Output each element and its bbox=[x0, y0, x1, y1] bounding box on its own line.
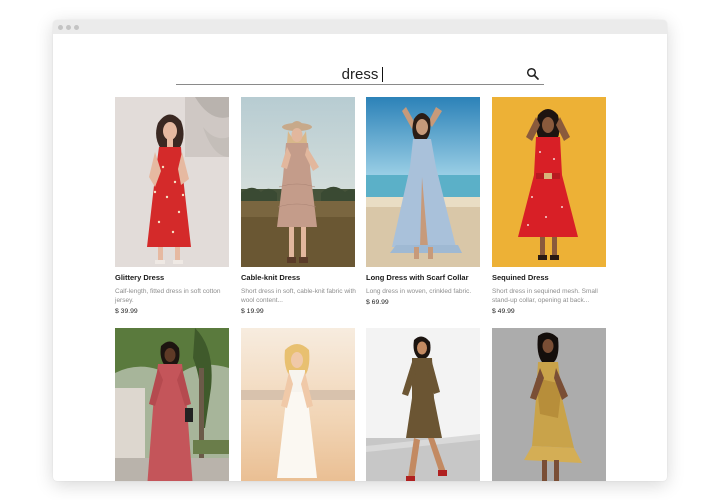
window-titlebar bbox=[53, 20, 667, 34]
product-description: Short dress in soft, cable-knit fabric w… bbox=[241, 288, 356, 304]
window-control-dot[interactable] bbox=[58, 24, 63, 30]
product-price: $ 49.99 bbox=[492, 308, 515, 315]
product-image[interactable] bbox=[492, 328, 606, 481]
search-input[interactable] bbox=[176, 64, 544, 84]
search-icon[interactable] bbox=[526, 67, 540, 81]
browser-window: Glittery Dress Calf-length, fitted dress… bbox=[53, 20, 667, 481]
product-image[interactable] bbox=[115, 97, 229, 267]
window-control-dot[interactable] bbox=[66, 24, 71, 30]
product-name[interactable]: Cable-knit Dress bbox=[241, 273, 361, 282]
product-price: $ 39.99 bbox=[115, 308, 138, 315]
product-image[interactable] bbox=[366, 97, 480, 267]
product-image[interactable] bbox=[241, 97, 355, 267]
product-description: Long dress in woven, crinkled fabric. bbox=[366, 288, 472, 295]
product-description: Calf-length, fitted dress in soft cotton… bbox=[115, 288, 221, 304]
product-description: Short dress in sequined mesh. Small stan… bbox=[492, 288, 598, 304]
product-name[interactable]: Glittery Dress bbox=[115, 273, 235, 282]
product-image[interactable] bbox=[241, 328, 355, 481]
search-bar bbox=[176, 64, 544, 85]
product-price: $ 69.99 bbox=[366, 299, 389, 306]
product-name[interactable]: Sequined Dress bbox=[492, 273, 612, 282]
text-cursor bbox=[382, 67, 383, 82]
product-price: $ 19.99 bbox=[241, 308, 264, 315]
product-name[interactable]: Long Dress with Scarf Collar bbox=[366, 273, 486, 282]
product-image[interactable] bbox=[366, 328, 480, 481]
product-image[interactable] bbox=[492, 97, 606, 267]
product-image[interactable] bbox=[115, 328, 229, 481]
window-control-dot[interactable] bbox=[74, 24, 79, 30]
